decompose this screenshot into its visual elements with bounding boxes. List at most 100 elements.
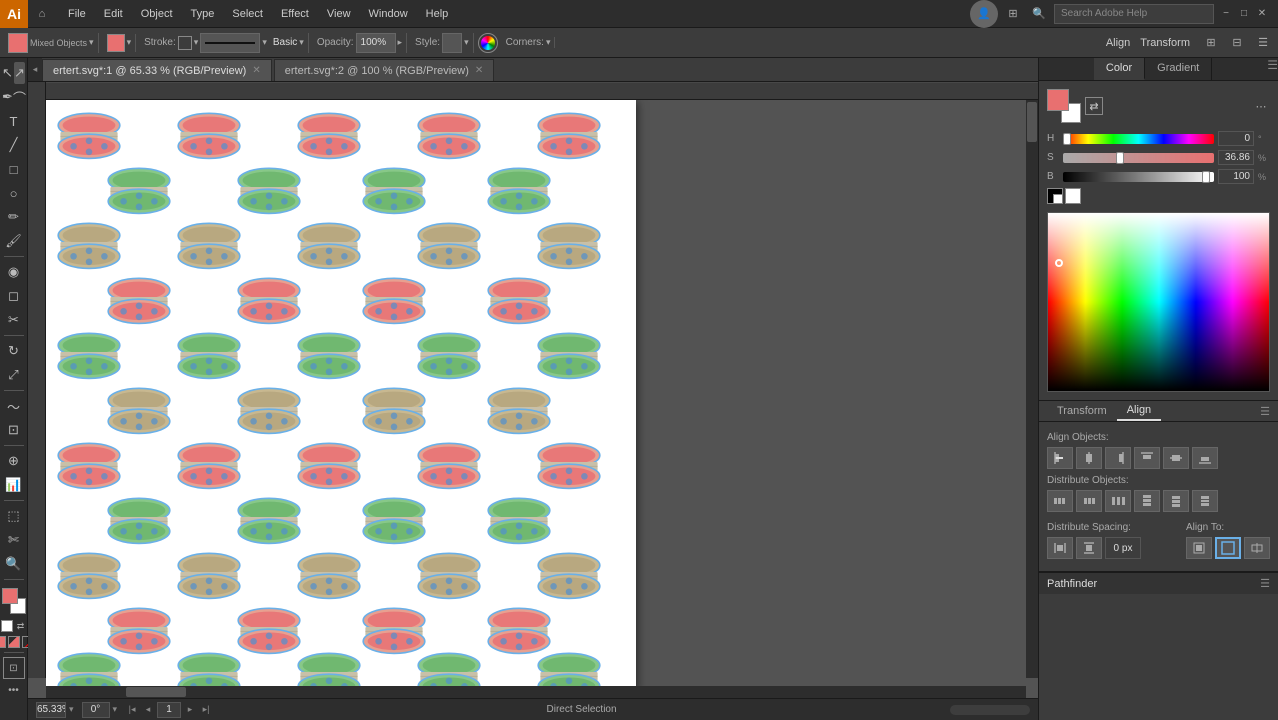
white-swatch[interactable] <box>1065 188 1081 204</box>
menu-file[interactable]: File <box>60 6 94 22</box>
blob-brush-tool[interactable]: ◉ <box>3 261 25 283</box>
tab-align[interactable]: Align <box>1117 401 1161 421</box>
minimize-button[interactable]: − <box>1218 6 1234 22</box>
fill-swatch-large[interactable] <box>1047 89 1069 111</box>
align-panel-menu[interactable]: ☰ <box>1260 405 1270 418</box>
tab-1-close[interactable]: ✕ <box>252 65 260 76</box>
style-swatch[interactable] <box>442 33 462 53</box>
opacity-arrow[interactable]: ▸ <box>398 37 403 48</box>
page-input[interactable] <box>157 702 181 718</box>
zoom-tool[interactable]: 🔍 <box>3 553 25 575</box>
tab-gradient[interactable]: Gradient <box>1145 58 1212 80</box>
scissors-tool[interactable]: ✂ <box>3 309 25 331</box>
rectangle-tool[interactable]: □ <box>3 158 25 180</box>
free-transform-tool[interactable]: ⊡ <box>3 419 25 441</box>
menu-help[interactable]: Help <box>418 6 457 22</box>
fill-swatch[interactable] <box>8 33 28 53</box>
s-value-input[interactable]: 36.86 <box>1218 150 1254 165</box>
scrollbar-thumb-v[interactable] <box>1027 102 1037 142</box>
spectrum-canvas[interactable] <box>1048 213 1269 391</box>
none-color[interactable] <box>1 620 13 632</box>
pencil-tool[interactable]: ✏ <box>3 206 25 228</box>
warp-tool[interactable]: 〜 <box>3 395 25 417</box>
paintbrush-tool[interactable]: 🖌 <box>3 230 25 252</box>
stroke-arrow[interactable]: ▾ <box>194 37 199 48</box>
object-type-arrow[interactable]: ▾ <box>89 37 94 48</box>
align-bottom-btn[interactable] <box>1192 447 1218 469</box>
curvature-tool[interactable]: ⌒ <box>14 86 25 108</box>
menu-effect[interactable]: Effect <box>273 6 317 22</box>
more-panels-icon[interactable]: ☰ <box>1252 32 1274 54</box>
stroke-style-arrow[interactable]: ▾ <box>262 37 267 48</box>
more-tools[interactable]: ••• <box>8 685 19 696</box>
page-first-btn[interactable]: |◂ <box>125 703 139 717</box>
menu-object[interactable]: Object <box>133 6 181 22</box>
transform-label[interactable]: Transform <box>1140 37 1190 49</box>
home-icon[interactable]: ⌂ <box>28 0 56 28</box>
fill-arrow[interactable]: ▾ <box>127 37 132 48</box>
menu-type[interactable]: Type <box>183 6 223 22</box>
b-value-input[interactable]: 100 <box>1218 169 1254 184</box>
type-tool[interactable]: T <box>3 110 25 132</box>
panel-layout-icon[interactable]: ⊞ <box>1002 3 1024 25</box>
s-slider-thumb[interactable] <box>1116 152 1124 164</box>
arrange-icon[interactable]: ⊞ <box>1200 32 1222 54</box>
gradient-mode[interactable] <box>8 636 20 648</box>
page-prev-btn[interactable]: ◂ <box>141 703 155 717</box>
dist-center-h-btn[interactable] <box>1076 490 1102 512</box>
align-to-key-btn[interactable] <box>1244 537 1270 559</box>
bar-chart-tool[interactable]: 📊 <box>3 474 25 496</box>
h-value-input[interactable]: 0 <box>1218 131 1254 146</box>
menu-select[interactable]: Select <box>224 6 271 22</box>
zoom-input[interactable]: 65.33% <box>36 702 66 718</box>
corners-arrow[interactable]: ▾ <box>546 37 551 48</box>
dist-space-h-btn[interactable] <box>1047 537 1073 559</box>
swap-colors-icon[interactable]: ⇄ <box>15 620 27 632</box>
rotate-tool[interactable]: ↻ <box>3 340 25 362</box>
fill-color-box[interactable] <box>2 588 18 604</box>
dist-top-btn[interactable] <box>1134 490 1160 512</box>
align-center-v-btn[interactable] <box>1163 447 1189 469</box>
dist-bottom-btn[interactable] <box>1192 490 1218 512</box>
color-wheel-icon[interactable] <box>478 33 498 53</box>
rotation-arrow[interactable]: ▾ <box>113 704 118 715</box>
ellipse-tool[interactable]: ○ <box>3 182 25 204</box>
symbol-tool[interactable]: ⊕ <box>3 450 25 472</box>
style-arrow[interactable]: ▾ <box>464 37 469 48</box>
pathfinder-menu[interactable]: ☰ <box>1260 577 1270 590</box>
tab-transform[interactable]: Transform <box>1047 402 1117 420</box>
h-slider-thumb[interactable] <box>1063 133 1071 145</box>
selection-tool[interactable]: ↖ <box>2 62 13 84</box>
tab-2[interactable]: ertert.svg*:2 @ 100 % (RGB/Preview) ✕ <box>274 59 495 81</box>
align-center-h-btn[interactable] <box>1076 447 1102 469</box>
align-to-selection-btn[interactable] <box>1186 537 1212 559</box>
scrollbar-thumb-h[interactable] <box>126 687 186 697</box>
page-last-btn[interactable]: ▸| <box>199 703 213 717</box>
align-to-artboard-btn[interactable] <box>1215 537 1241 559</box>
h-slider-track[interactable] <box>1063 134 1214 144</box>
spacing-value-input[interactable] <box>1105 537 1141 559</box>
color-options-icon[interactable]: ⋯ <box>1252 97 1270 115</box>
tab-2-close[interactable]: ✕ <box>475 65 483 76</box>
menu-edit[interactable]: Edit <box>96 6 131 22</box>
slice-tool[interactable]: ✄ <box>3 529 25 551</box>
fill-color-swatch[interactable] <box>107 34 125 52</box>
close-button[interactable]: ✕ <box>1254 6 1270 22</box>
tab-color[interactable]: Color <box>1094 58 1145 80</box>
scrollbar-right[interactable] <box>1026 100 1038 678</box>
align-left-btn[interactable] <box>1047 447 1073 469</box>
page-next-btn[interactable]: ▸ <box>183 703 197 717</box>
scrollbar-bottom[interactable] <box>46 686 1026 698</box>
pen-tool[interactable]: ✒ <box>2 86 13 108</box>
line-tool[interactable]: ╱ <box>3 134 25 156</box>
color-panel-menu[interactable]: ☰ <box>1267 58 1278 80</box>
tab-1[interactable]: ertert.svg*:1 @ 65.33 % (RGB/Preview) ✕ <box>42 59 272 81</box>
dist-space-v-btn[interactable] <box>1076 537 1102 559</box>
b-slider-track[interactable] <box>1063 172 1214 182</box>
align-label[interactable]: Align <box>1106 37 1130 49</box>
dist-left-btn[interactable] <box>1047 490 1073 512</box>
color-spectrum[interactable] <box>1047 212 1270 392</box>
user-avatar[interactable]: 👤 <box>970 0 998 28</box>
scale-tool[interactable]: ⤢ <box>3 364 25 386</box>
object-type-dropdown[interactable]: Mixed Objects <box>30 38 87 48</box>
